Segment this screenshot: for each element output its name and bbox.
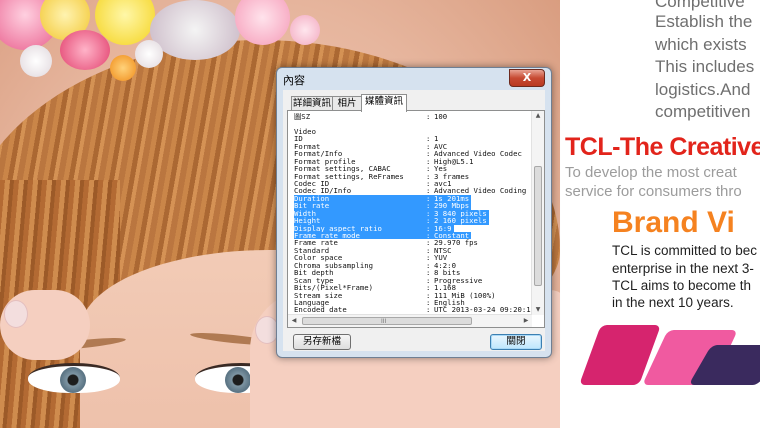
info-row[interactable]: Bit rate:290 Mbps: [294, 202, 536, 210]
info-row[interactable]: Video: [294, 127, 536, 135]
left-eye: [28, 363, 120, 393]
info-separator: :: [426, 113, 431, 121]
site-subtext: To develop the most creat: [565, 164, 737, 181]
vertical-scrollbar[interactable]: ▲ ▼: [531, 111, 544, 315]
tab-media-info[interactable]: 媒體資訊: [361, 94, 407, 112]
site-text-line: Establish the: [655, 12, 753, 31]
scroll-down-icon[interactable]: ▼: [532, 305, 544, 315]
site-body-line: in the next 10 years.: [612, 295, 734, 310]
scroll-up-icon[interactable]: ▲: [532, 111, 544, 121]
scroll-grip: III: [381, 318, 387, 325]
site-body-line: enterprise in the next 3-: [612, 261, 754, 276]
info-row[interactable]: Format settings, ReFrames:3 frames: [294, 172, 536, 180]
flower-decoration: [290, 15, 320, 45]
fingernail: [4, 300, 28, 328]
flower-decoration: [20, 45, 52, 77]
tab-photo[interactable]: 相片: [332, 96, 362, 111]
tcl-heading: TCL-The Creative L: [565, 133, 760, 161]
site-body-line: TCL aims to become th: [612, 278, 752, 293]
scroll-left-icon[interactable]: ◀: [288, 315, 300, 327]
dialog-titlebar[interactable]: 內容 X: [277, 68, 551, 90]
flower-decoration: [60, 30, 110, 70]
site-body-line: TCL is committed to bec: [612, 243, 758, 258]
media-info-panel: 圖SZ:100 Video ID:1 Format: AVC Format/Info: Ad…: [287, 110, 545, 328]
horizontal-scrollbar[interactable]: ◀ III ▶: [288, 314, 532, 327]
dialog-title: 內容: [283, 74, 305, 87]
site-text-line: competitiven: [655, 102, 751, 121]
site-text-line: This includes: [655, 57, 755, 76]
flower-decoration: [110, 55, 136, 81]
vertical-scroll-thumb[interactable]: [534, 166, 542, 286]
info-row[interactable]: Duration:1s 201ms: [294, 194, 536, 202]
info-row[interactable]: Stream size:111 MiB (100%): [294, 291, 536, 299]
site-text-line: logistics.And: [655, 80, 751, 99]
info-value: 100: [434, 113, 448, 121]
site-subtext: service for consumers thro: [565, 183, 742, 200]
flower-decoration: [135, 40, 163, 68]
dialog-body: 詳細資訊 相片 媒體資訊 圖SZ:100 Video ID:1 Format: AVC F…: [283, 90, 545, 351]
scroll-right-icon[interactable]: ▶: [520, 315, 532, 327]
flower-decoration: [150, 0, 240, 60]
info-row[interactable]: [294, 120, 536, 127]
media-info-list[interactable]: 圖SZ:100 Video ID:1 Format: AVC Format/Info: Ad…: [294, 113, 536, 315]
save-as-button[interactable]: 另存新檔: [293, 334, 351, 350]
brand-vision-heading: Brand Vi: [612, 206, 735, 239]
info-row[interactable]: Width:3 840 pixels: [294, 209, 536, 217]
tab-details[interactable]: 詳細資訊: [291, 96, 333, 111]
properties-dialog[interactable]: 內容 X 詳細資訊 相片 媒體資訊 圖SZ:100 Video ID:1 Format…: [276, 67, 552, 358]
site-text-line: which exists: [655, 35, 747, 54]
info-row[interactable]: Frame rate:29.970 fps: [294, 239, 536, 247]
close-icon[interactable]: X: [509, 69, 545, 87]
close-button[interactable]: 關閉: [490, 334, 542, 350]
horizontal-scroll-thumb[interactable]: III: [302, 317, 472, 325]
info-row[interactable]: 圖SZ:100: [294, 113, 536, 120]
info-key: 圖SZ: [294, 113, 311, 121]
info-row[interactable]: ID:1: [294, 135, 536, 143]
info-row[interactable]: Codec ID/Info: Advanced Video Coding: [294, 187, 536, 195]
